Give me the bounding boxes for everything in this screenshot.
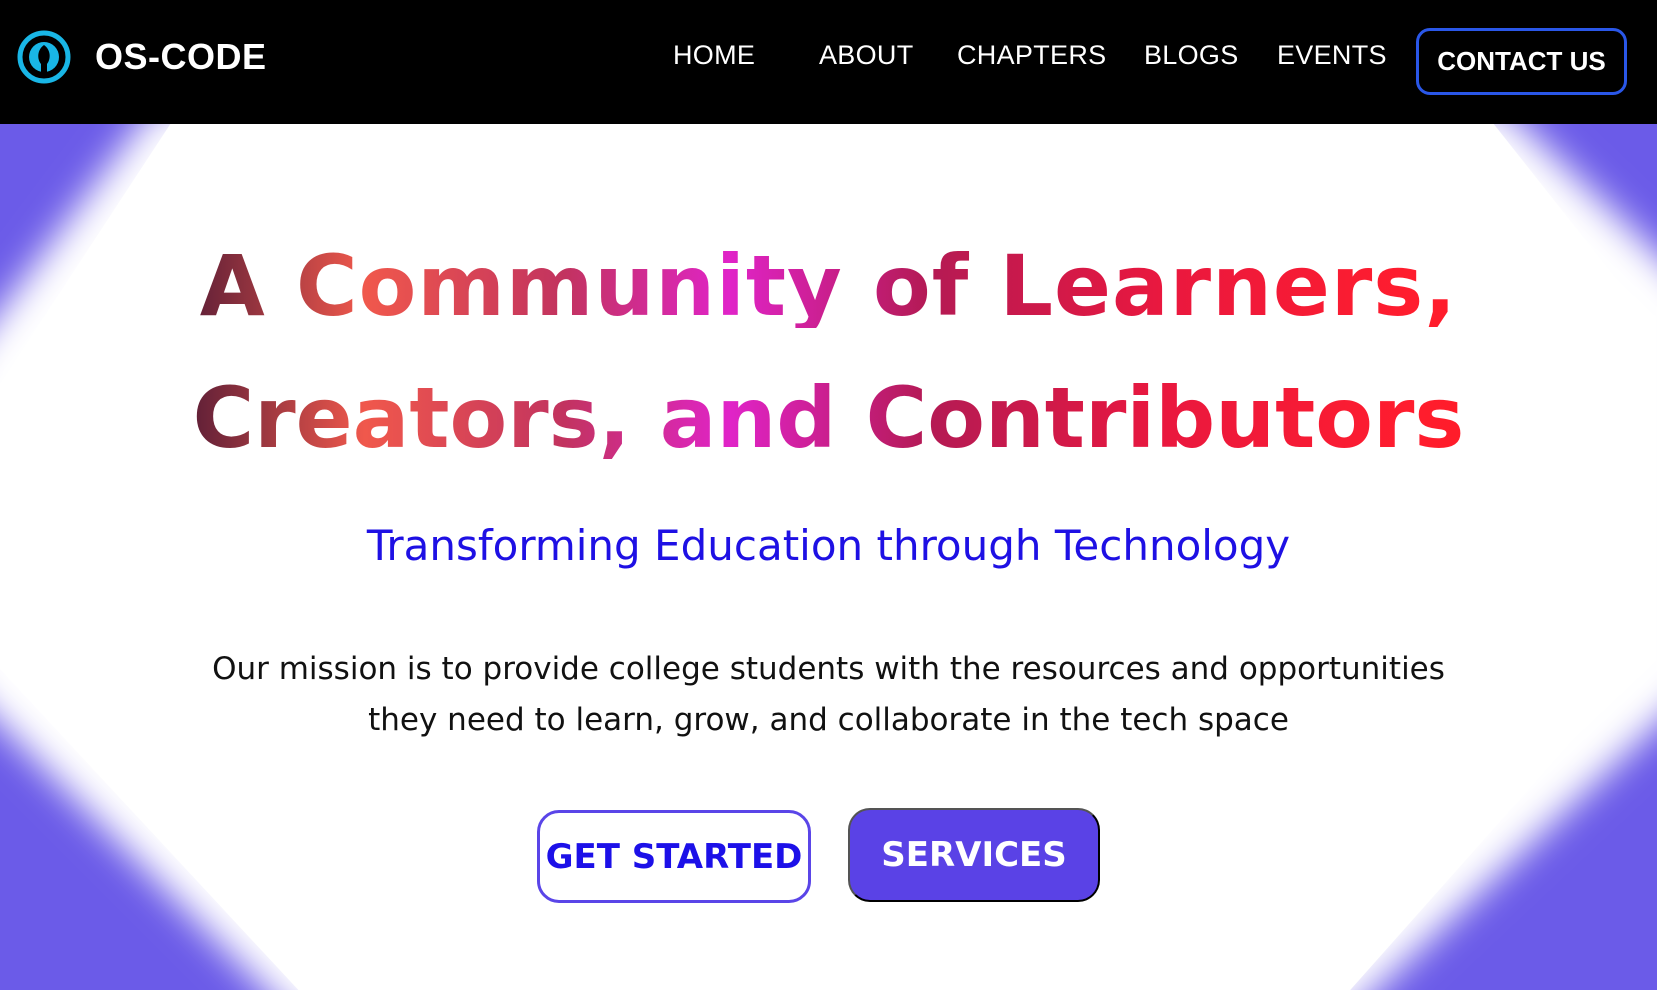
hero-section: A Community of Learners, Creators, and C…	[0, 124, 1657, 990]
nav-home[interactable]: HOME	[673, 40, 755, 71]
nav-events[interactable]: EVENTS	[1277, 40, 1387, 71]
os-code-logo-icon	[17, 30, 71, 84]
brand-name: OS-CODE	[95, 36, 267, 77]
hero-tagline: Transforming Education through Technolog…	[366, 521, 1291, 570]
brand[interactable]: OS-CODE	[17, 30, 267, 84]
nav-blogs[interactable]: BLOGS	[1144, 40, 1239, 71]
mission-statement: Our mission is to provide college studen…	[212, 651, 1445, 738]
nav-chapters[interactable]: CHAPTERS	[957, 40, 1106, 71]
hero-headline-line-2: Creators, and Contributors	[0, 376, 1657, 460]
navbar: OS-CODE HOME ABOUT CHAPTERS BLOGS EVENTS…	[0, 0, 1657, 124]
hero-headline-line-1: A Community of Learners,	[0, 244, 1657, 328]
contact-us-button[interactable]: CONTACT US	[1416, 28, 1627, 95]
services-button[interactable]: SERVICES	[848, 808, 1100, 902]
nav-about[interactable]: ABOUT	[819, 40, 914, 71]
get-started-button[interactable]: GET STARTED	[537, 810, 811, 903]
